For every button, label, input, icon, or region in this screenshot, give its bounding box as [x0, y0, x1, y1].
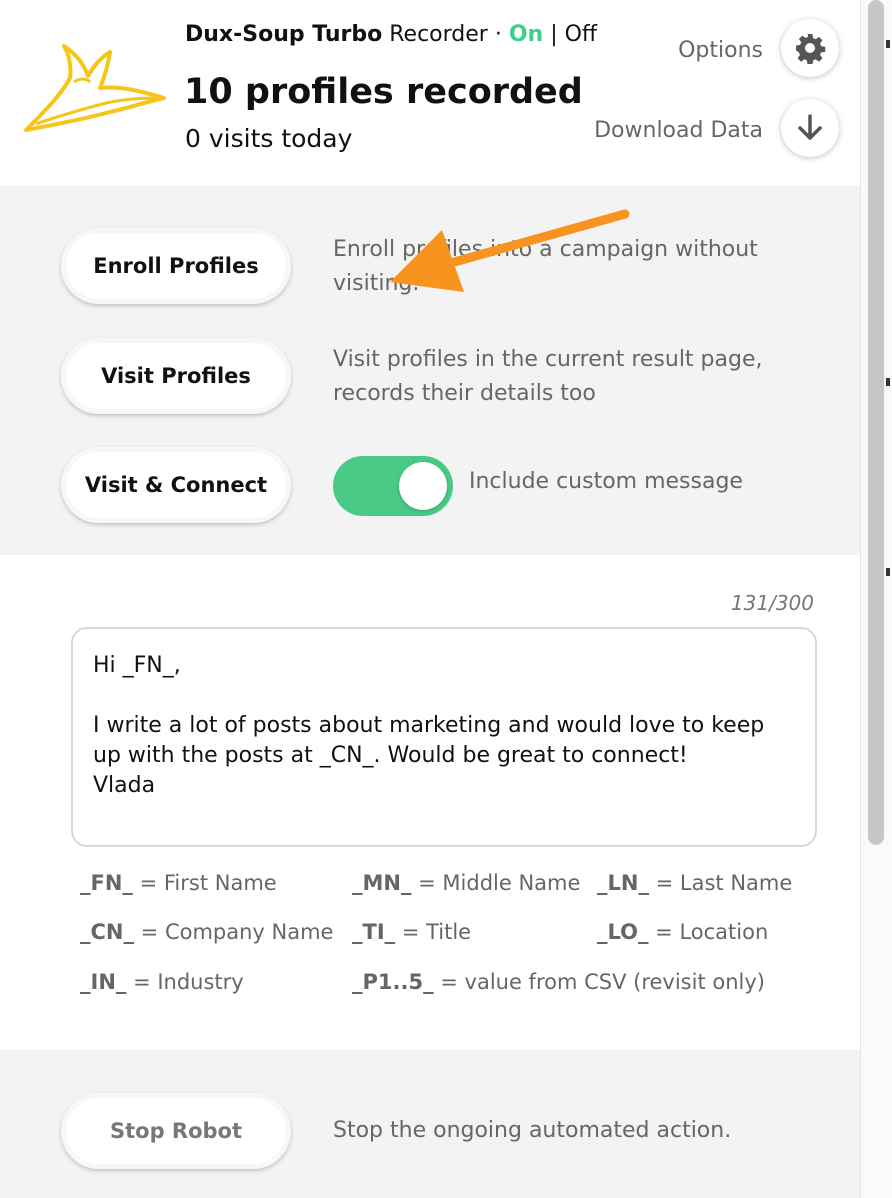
visit-profiles-description: Visit profiles in the current result pag…	[333, 347, 763, 406]
legend-code: _LN_	[597, 871, 649, 895]
background-page-edge	[886, 40, 890, 48]
enroll-profiles-button[interactable]: Enroll Profiles	[61, 228, 291, 304]
dux-soup-popup: Dux-Soup Turbo Recorder · On | Off 10 pr…	[0, 0, 860, 1198]
legend-text: = Title	[395, 920, 472, 944]
visit-profiles-label: Visit Profiles	[101, 364, 251, 388]
background-page-edge	[886, 568, 890, 576]
brand-suffix: Recorder ·	[382, 22, 509, 47]
stop-robot-label: Stop Robot	[109, 1119, 243, 1143]
recorder-off-toggle[interactable]: Off	[565, 22, 597, 47]
legend-item-p15: _P1..5_ = value from CSV (revisit only)	[352, 970, 765, 994]
visit-profiles-button[interactable]: Visit Profiles	[61, 338, 291, 414]
legend-item-in: _IN_ = Industry	[80, 970, 244, 994]
legend-code: _TI_	[352, 920, 396, 944]
stop-section: Stop Robot Stop the ongoing automated ac…	[0, 1050, 860, 1198]
legend-code: _MN_	[352, 871, 412, 895]
download-data-button[interactable]	[781, 99, 839, 157]
background-page-edge	[886, 378, 890, 386]
download-arrow-icon	[798, 114, 822, 140]
toggle-knob	[399, 462, 447, 510]
legend-item-cn: _CN_ = Company Name	[80, 920, 333, 944]
legend-code: _CN_	[80, 920, 134, 944]
dux-soup-logo-icon	[24, 44, 166, 132]
stop-robot-button[interactable]: Stop Robot	[61, 1093, 291, 1169]
legend-code: _P1..5_	[352, 970, 434, 994]
on-off-separator: |	[543, 22, 565, 47]
legend-text: = Location	[648, 920, 769, 944]
legend-code: _IN_	[80, 970, 127, 994]
custom-message-textarea[interactable]: Hi _FN_, I write a lot of posts about ma…	[71, 627, 817, 847]
legend-item-ln: _LN_ = Last Name	[597, 871, 792, 895]
actions-section: Enroll Profiles Enroll profiles into a c…	[0, 186, 860, 555]
gear-icon	[796, 34, 826, 64]
download-data-label[interactable]: Download Data	[594, 118, 763, 143]
legend-item-fn: _FN_ = First Name	[80, 871, 277, 895]
custom-message-toggle-label: Include custom message	[469, 469, 743, 494]
legend-code: _FN_	[80, 871, 133, 895]
stop-robot-description: Stop the ongoing automated action.	[333, 1118, 732, 1143]
enroll-profiles-label: Enroll Profiles	[93, 254, 259, 278]
visit-connect-label: Visit & Connect	[84, 473, 268, 497]
legend-text: = Industry	[126, 970, 244, 994]
visit-connect-button[interactable]: Visit & Connect	[61, 447, 291, 523]
legend-text: = Last Name	[648, 871, 793, 895]
legend-text: = Company Name	[134, 920, 334, 944]
legend-text: = Middle Name	[411, 871, 581, 895]
visits-today-text: 0 visits today	[185, 124, 353, 153]
character-counter: 131/300	[730, 591, 814, 615]
legend-text: = First Name	[132, 871, 277, 895]
legend-code: _LO_	[597, 920, 649, 944]
enroll-profiles-description: Enroll profiles into a campaign without …	[333, 237, 758, 296]
legend-item-ti: _TI_ = Title	[352, 920, 471, 944]
options-button[interactable]	[781, 19, 839, 77]
custom-message-toggle[interactable]	[333, 456, 453, 516]
scrollbar-thumb[interactable]	[868, 0, 884, 845]
legend-item-lo: _LO_ = Location	[597, 920, 768, 944]
brand-name: Dux-Soup Turbo	[185, 22, 383, 47]
profiles-recorded-title: 10 profiles recorded	[184, 72, 583, 112]
brand-line: Dux-Soup Turbo Recorder · On | Off	[185, 22, 597, 47]
recorder-on-toggle[interactable]: On	[509, 22, 543, 47]
legend-text: = value from CSV (revisit only)	[433, 970, 765, 994]
legend-item-mn: _MN_ = Middle Name	[352, 871, 580, 895]
options-label[interactable]: Options	[678, 38, 763, 63]
